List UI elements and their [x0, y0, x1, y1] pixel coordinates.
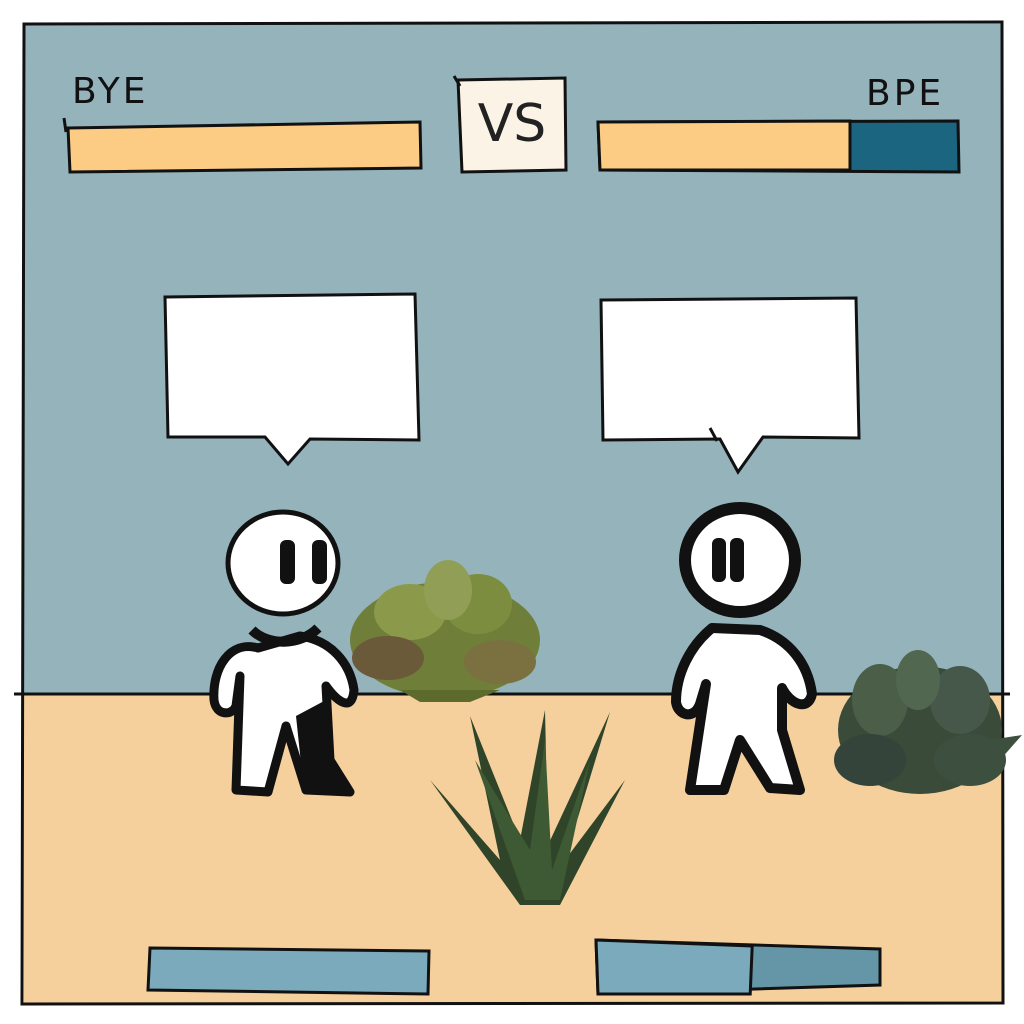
health-bar-right-fill [596, 119, 852, 172]
health-bar-left [62, 117, 423, 174]
speech-bubble-right-text [606, 304, 854, 436]
stick-figure-right-icon [671, 502, 817, 795]
speech-bubble-left-text [170, 300, 414, 434]
versus-label: VS [477, 94, 547, 154]
action-button-left[interactable] [150, 950, 428, 992]
health-bar-left-fill [66, 120, 423, 174]
stick-figure-left-icon [209, 509, 359, 797]
player-right-name: BPE [866, 73, 945, 114]
action-button-right[interactable] [598, 944, 880, 992]
player-left-name: BYE [72, 71, 149, 112]
health-bar-right [596, 119, 961, 174]
